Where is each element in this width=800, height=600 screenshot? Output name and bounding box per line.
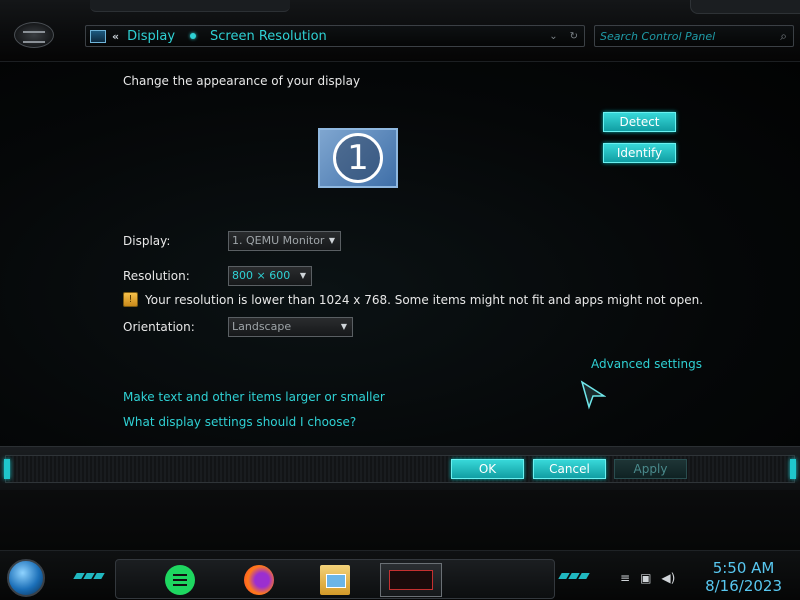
window-thumbnail [389, 570, 433, 590]
frame-decoration [90, 0, 290, 12]
identify-button[interactable]: Identify [603, 143, 676, 163]
monitor-preview[interactable]: 1 [318, 128, 398, 188]
taskbar-decoration [558, 573, 590, 579]
mouse-cursor-icon [580, 380, 606, 410]
resolution-label: Resolution: [123, 269, 190, 283]
chevron-down-icon: ▼ [328, 236, 335, 245]
frame-decoration [690, 0, 800, 14]
orientation-label: Orientation: [123, 320, 195, 334]
search-icon[interactable]: ⌕ [780, 29, 787, 44]
address-bar[interactable]: « Display Screen Resolution ⌄ ↻ [85, 25, 585, 47]
system-tray: ≡ ▣ ◀) [620, 571, 675, 585]
warning-text: Your resolution is lower than 1024 x 768… [145, 292, 704, 307]
frame-decoration [790, 459, 796, 479]
chevron-down-icon: ▼ [299, 271, 306, 280]
volume-icon[interactable]: ◀) [661, 571, 675, 585]
frame-decoration [4, 459, 10, 479]
window-top-frame: « Display Screen Resolution ⌄ ↻ ⌕ [0, 0, 800, 62]
resolution-select[interactable]: 800 × 600 ▼ [228, 266, 312, 286]
breadcrumb-display[interactable]: Display [127, 29, 175, 44]
monitor-number: 1 [333, 133, 383, 183]
display-label: Display: [123, 234, 171, 248]
display-control-panel-icon [90, 29, 106, 43]
warning-icon: ! [123, 292, 138, 307]
chevron-down-icon: ▼ [340, 322, 347, 331]
orientation-select[interactable]: Landscape ▼ [228, 317, 353, 337]
main-content: Change the appearance of your display 1 … [0, 62, 800, 446]
cancel-button[interactable]: Cancel [533, 459, 606, 479]
clock-date: 8/16/2023 [705, 577, 782, 595]
file-explorer-icon[interactable] [320, 565, 350, 595]
search-input[interactable] [600, 29, 765, 43]
start-button[interactable] [7, 559, 45, 597]
ok-button[interactable]: OK [451, 459, 524, 479]
refresh-icon[interactable]: ↻ [570, 31, 578, 42]
back-chevron-button[interactable]: « [112, 30, 119, 43]
detect-button[interactable]: Detect [603, 112, 676, 132]
spotify-icon[interactable] [165, 565, 195, 595]
network-icon[interactable]: ▣ [640, 571, 651, 585]
search-box[interactable]: ⌕ [594, 25, 794, 47]
resolution-warning: ! Your resolution is lower than 1024 x 7… [123, 292, 703, 307]
window-emblem-icon [14, 22, 54, 48]
page-title: Change the appearance of your display [123, 74, 361, 88]
active-window-thumbnail[interactable] [380, 563, 442, 597]
breadcrumb-screen-resolution[interactable]: Screen Resolution [210, 29, 327, 44]
address-dropdown-icon[interactable]: ⌄ [549, 31, 557, 42]
clock-time: 5:50 AM [712, 559, 775, 577]
display-settings-help-link[interactable]: What display settings should I choose? [123, 415, 356, 429]
breadcrumb-separator-icon [190, 33, 197, 39]
display-select-value: 1. QEMU Monitor [232, 234, 325, 247]
advanced-settings-link[interactable]: Advanced settings [591, 357, 702, 371]
apply-button[interactable]: Apply [614, 459, 687, 479]
firefox-icon[interactable] [244, 565, 274, 595]
resolution-select-value: 800 × 600 [232, 269, 291, 282]
taskbar-decoration [73, 573, 105, 579]
window-bottom-frame [0, 490, 800, 550]
display-select[interactable]: 1. QEMU Monitor ▼ [228, 231, 341, 251]
taskbar: ≡ ▣ ◀) 5:50 AM 8/16/2023 [0, 550, 800, 600]
system-clock[interactable]: 5:50 AM 8/16/2023 [705, 559, 782, 595]
text-size-link[interactable]: Make text and other items larger or smal… [123, 390, 385, 404]
orientation-select-value: Landscape [232, 320, 292, 333]
show-hidden-icons-icon[interactable]: ≡ [620, 571, 630, 585]
dialog-button-bar: OK Cancel Apply [0, 446, 800, 490]
